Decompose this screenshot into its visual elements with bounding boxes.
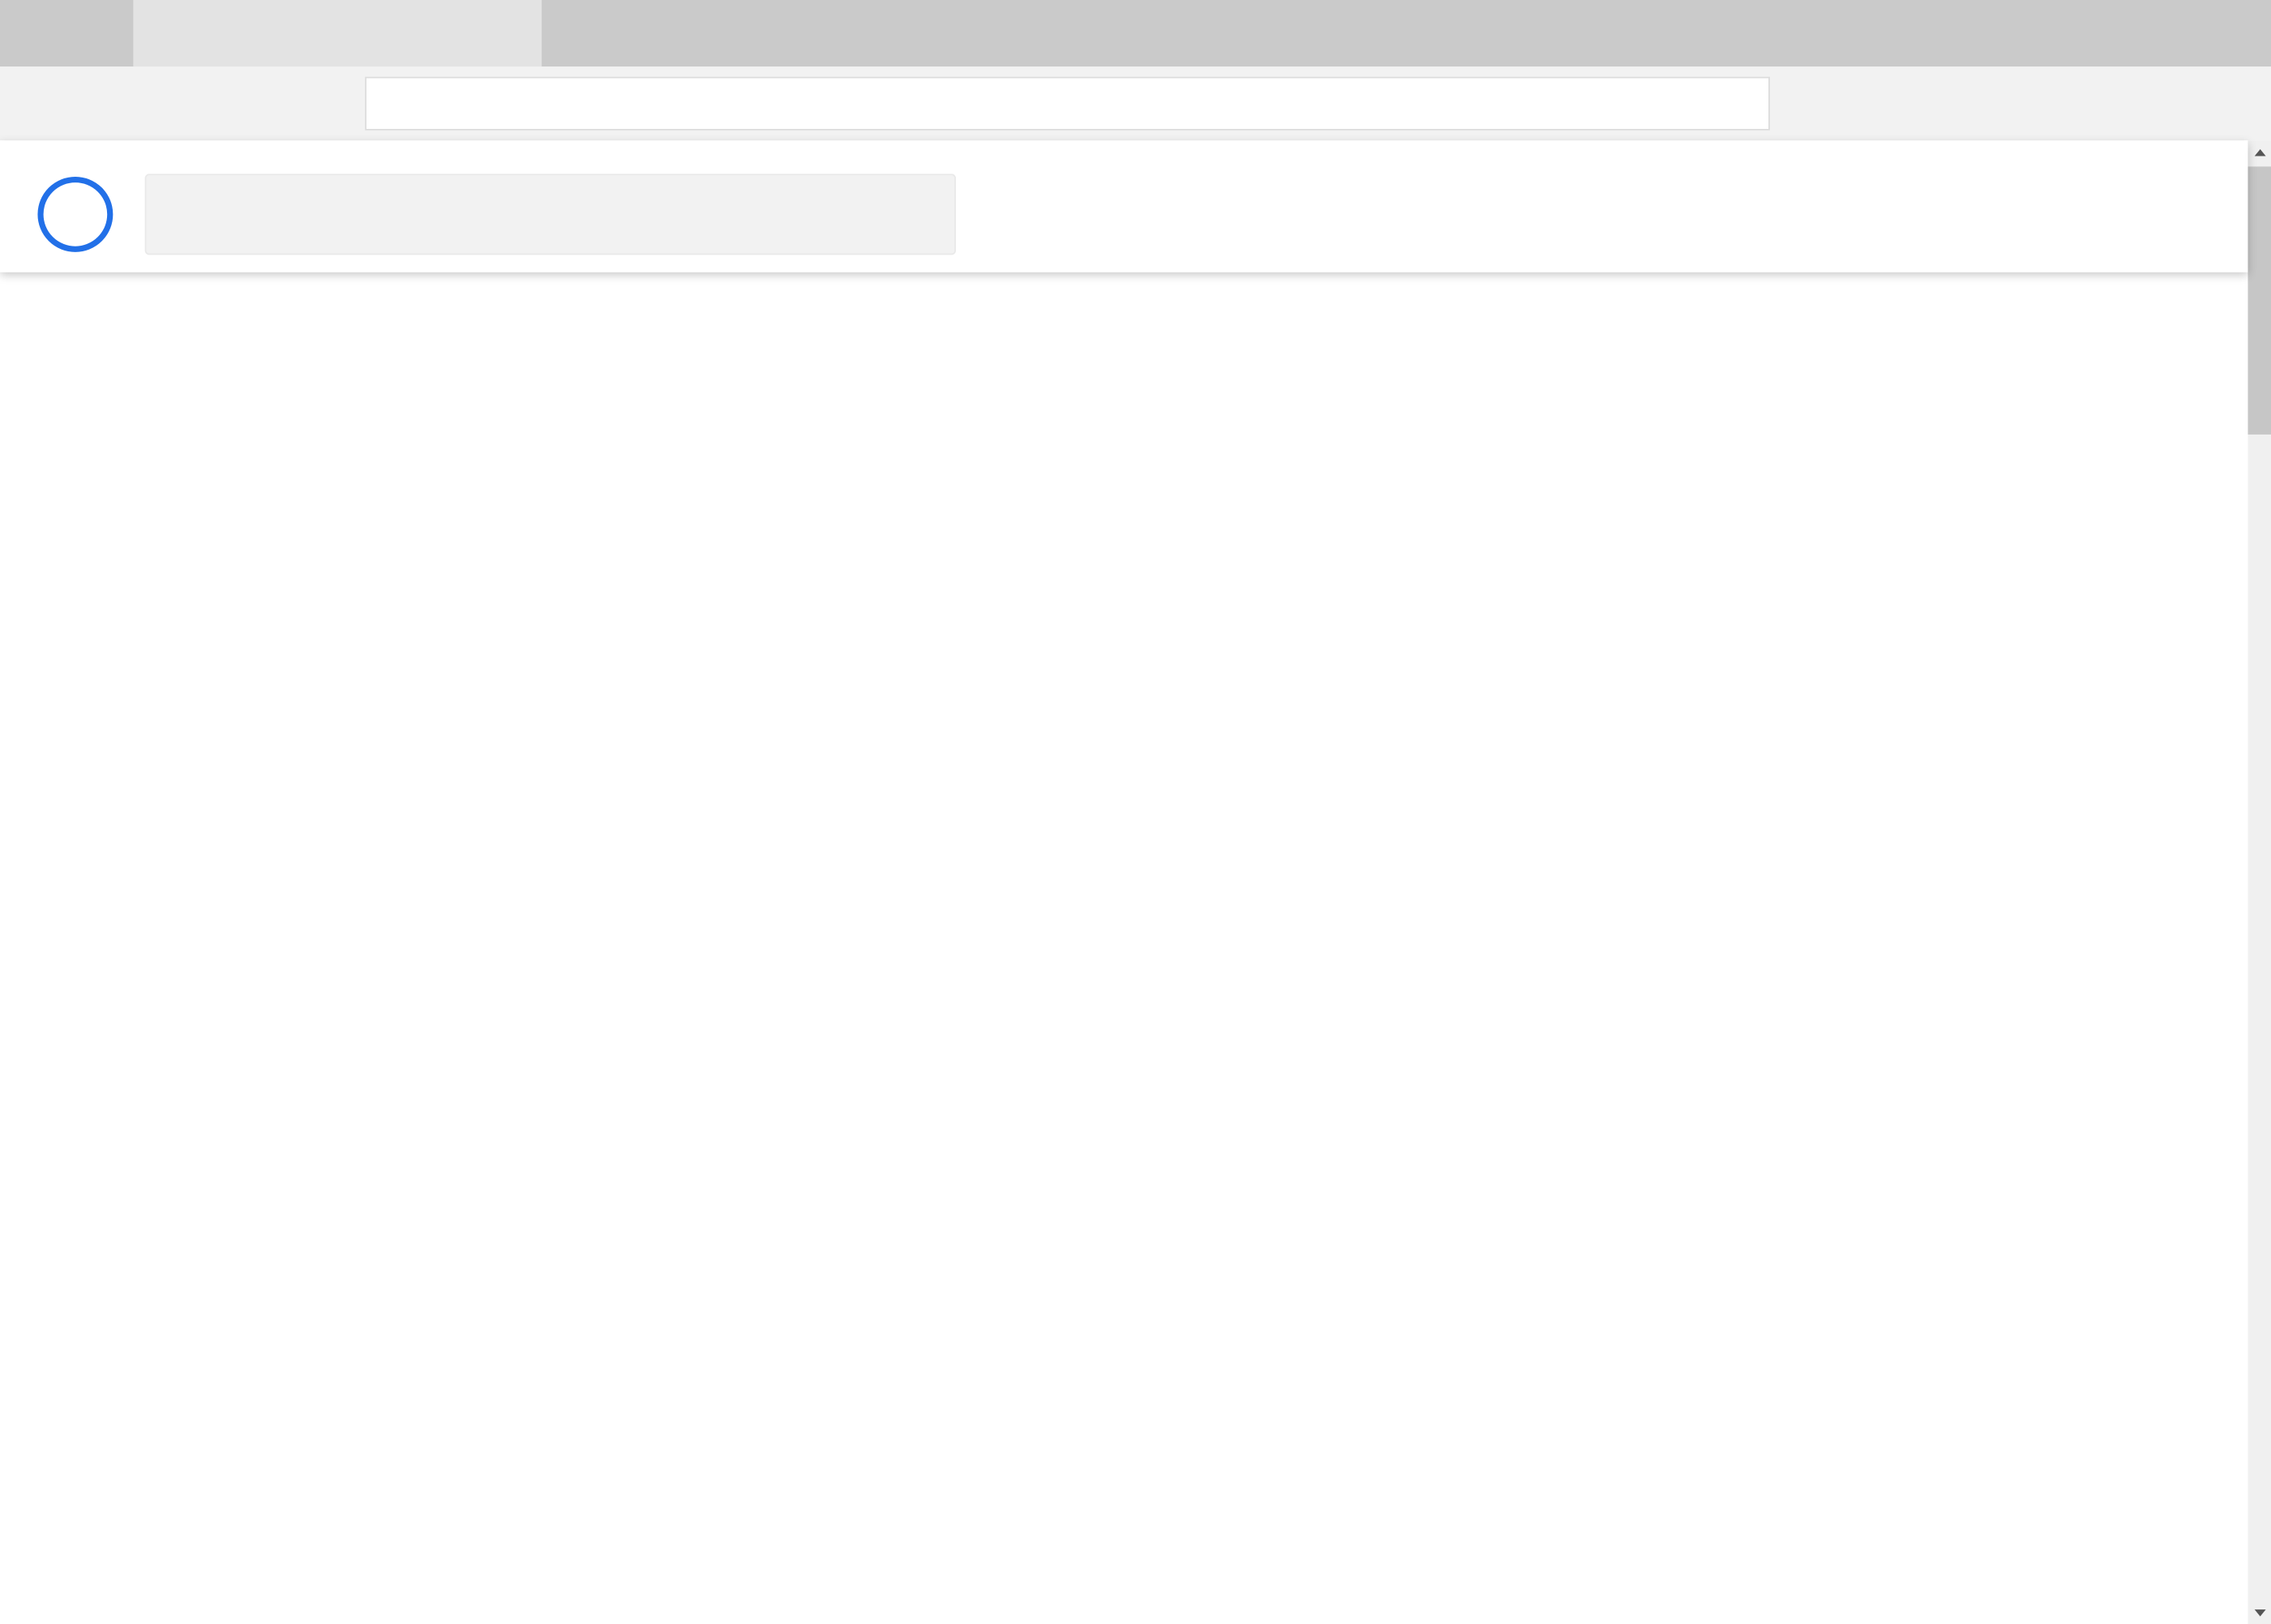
minimize-button[interactable]: [2003, 0, 2067, 66]
tab-bar: [0, 0, 2271, 67]
reading-view-button[interactable]: [1776, 71, 1840, 135]
refresh-button[interactable]: [174, 71, 238, 135]
hub-favorites-button[interactable]: [1958, 71, 2022, 135]
app-logo[interactable]: [37, 176, 114, 252]
sidebar-items: [0, 272, 584, 280]
pen-icon: [2055, 88, 2085, 118]
close-window-button[interactable]: [2192, 0, 2256, 66]
browser-window: [0, 0, 2271, 1624]
add-favorite-button[interactable]: [1842, 71, 1906, 135]
main-area: [0, 272, 2248, 1624]
sidebar: [0, 272, 584, 1624]
scroll-down-button[interactable]: [2247, 1600, 2271, 1624]
tabs-aside-icon: [23, 19, 50, 47]
back-button[interactable]: [11, 71, 75, 135]
scroll-up-button[interactable]: [2247, 140, 2271, 165]
search-box[interactable]: [144, 174, 957, 255]
tab-list-button[interactable]: [613, 13, 657, 54]
navigation-bar: [0, 66, 2271, 141]
hub-icon: [1976, 88, 2005, 118]
floppy-logo-icon: [54, 193, 96, 235]
maximize-button[interactable]: [2097, 0, 2162, 66]
tab-preview-icon: [85, 19, 113, 47]
refresh-icon: [191, 88, 221, 118]
address-bar[interactable]: [365, 76, 1770, 131]
back-icon: [29, 88, 58, 118]
tab-close-button[interactable]: [492, 16, 527, 51]
page-icon: [153, 21, 178, 45]
forward-button[interactable]: [92, 71, 156, 135]
set-tabs-aside-button[interactable]: [15, 13, 58, 54]
new-tab-button[interactable]: [555, 13, 598, 54]
browser-tab[interactable]: [133, 0, 542, 67]
reader-icon: [1793, 88, 1823, 118]
forward-icon: [110, 88, 139, 118]
site-info-icon[interactable]: [383, 92, 408, 116]
minimize-icon: [2027, 25, 2044, 42]
maximize-icon: [2121, 25, 2138, 42]
star-icon: [1860, 88, 1889, 118]
tab-preview-button[interactable]: [77, 13, 121, 54]
scrollbar-thumb[interactable]: [2247, 166, 2271, 435]
home-icon: [272, 88, 302, 118]
web-note-button[interactable]: [2037, 71, 2102, 135]
home-button[interactable]: [255, 71, 319, 135]
share-edge-icon: [2135, 88, 2164, 118]
plus-icon: [563, 19, 590, 47]
page-scrollbar[interactable]: [2247, 140, 2271, 1624]
chevron-down-icon: [620, 19, 648, 47]
filebrowser-app: [0, 140, 2248, 1624]
close-icon: [502, 25, 518, 41]
share-page-button[interactable]: [2118, 71, 2182, 135]
search-icon: [175, 199, 206, 230]
code-editor[interactable]: [583, 272, 2248, 1624]
search-input[interactable]: [231, 199, 913, 230]
close-icon: [2215, 25, 2232, 42]
ellipsis-icon: [2214, 88, 2243, 118]
more-options-button[interactable]: [2197, 71, 2261, 135]
app-header: [0, 140, 2248, 272]
